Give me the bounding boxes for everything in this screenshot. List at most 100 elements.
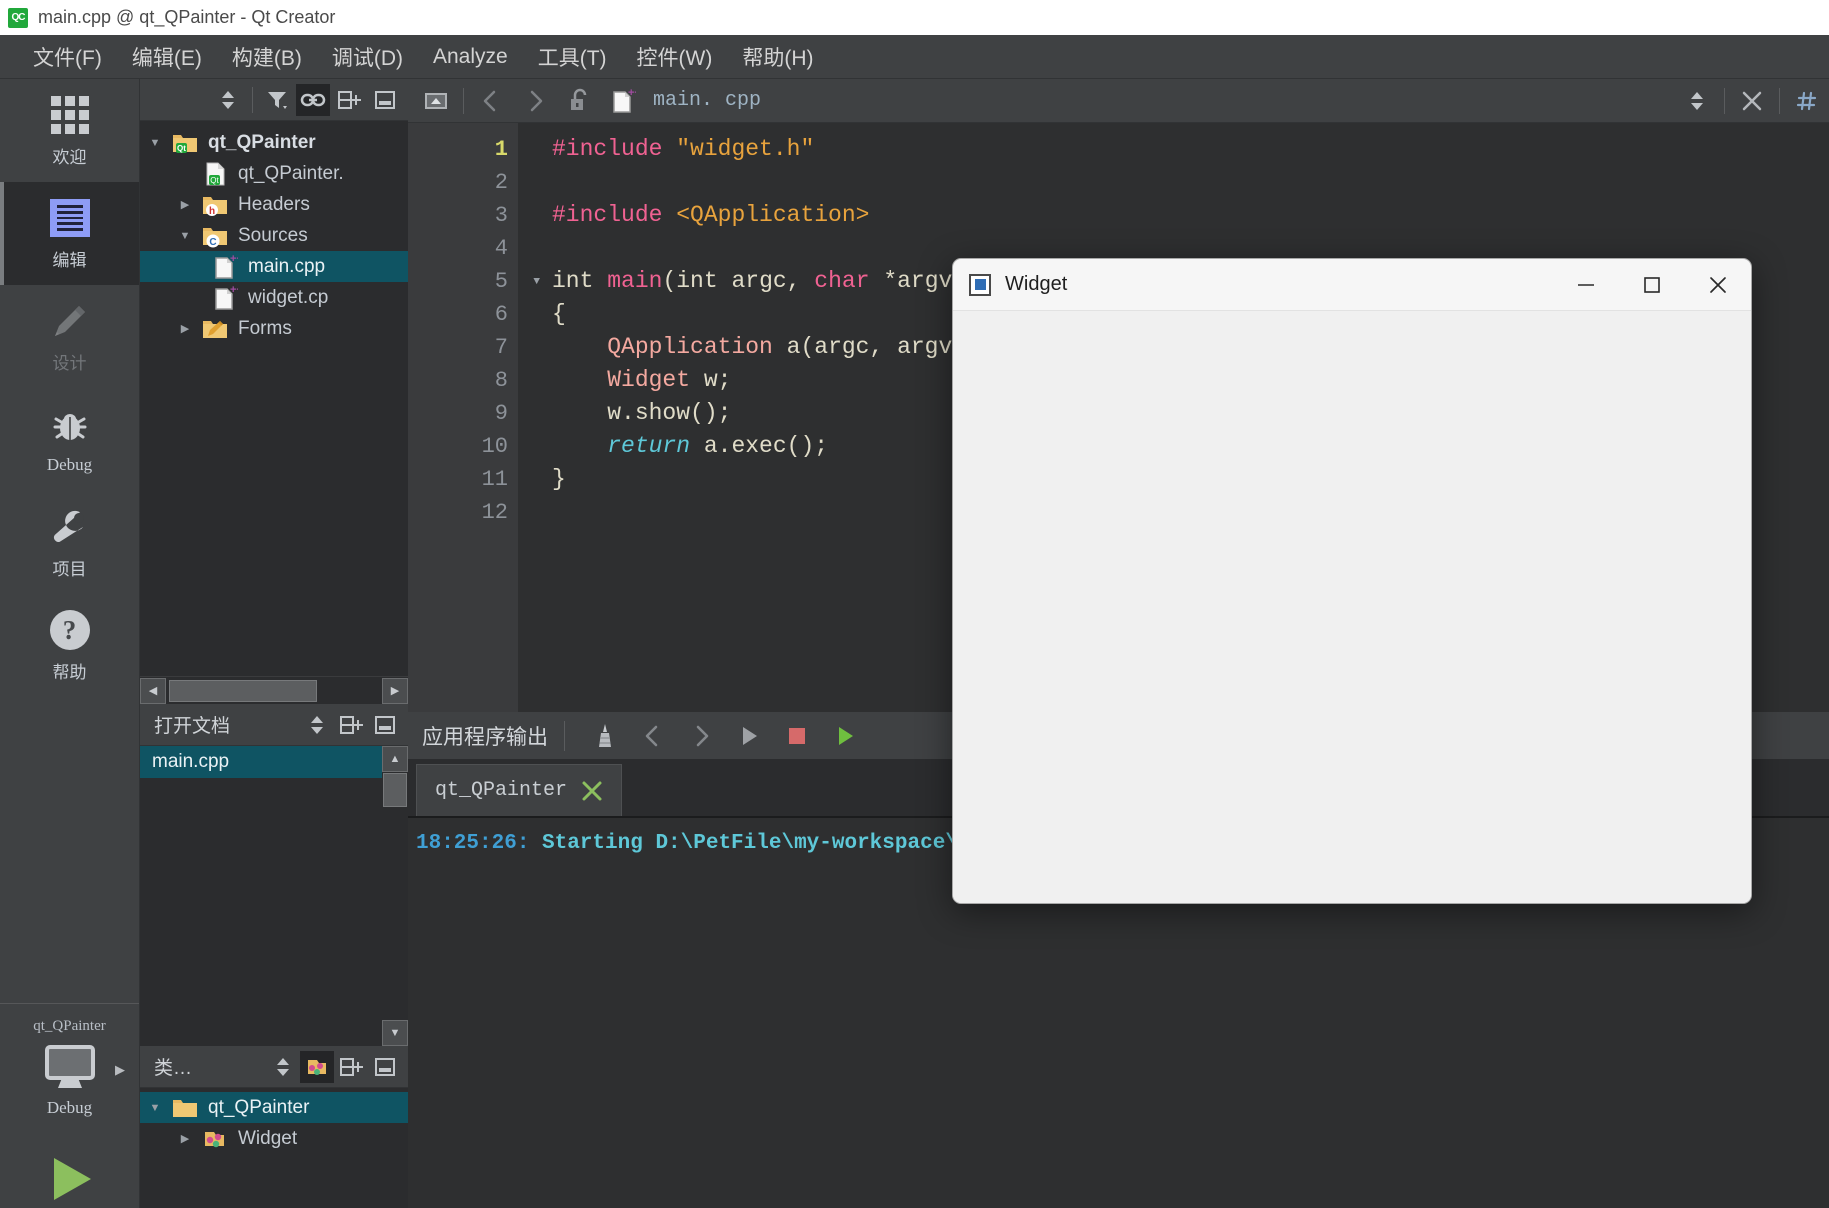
open-documents-vscrollbar[interactable]: ▲ ▼: [382, 746, 408, 1046]
widget-title-bar[interactable]: Widget: [953, 259, 1751, 311]
menu-debug[interactable]: 调试(D): [317, 38, 418, 76]
maximize-button[interactable]: [1619, 259, 1685, 311]
run-button[interactable]: [41, 1150, 99, 1208]
minimize-icon[interactable]: [368, 84, 402, 116]
mode-help-label: 帮助: [52, 663, 87, 682]
minimize-button[interactable]: [1553, 259, 1619, 311]
stop-icon[interactable]: [776, 716, 818, 756]
funnel-icon[interactable]: [260, 84, 294, 116]
line-number: 3: [494, 203, 508, 228]
mode-projects[interactable]: 项目: [0, 491, 139, 594]
minimize-icon-docs[interactable]: [368, 709, 402, 741]
play-green-icon[interactable]: [824, 716, 866, 756]
class-row-widget[interactable]: ▶ Widget: [140, 1123, 408, 1154]
hscroll-thumb[interactable]: [169, 679, 317, 702]
vscroll-track[interactable]: [382, 772, 408, 1020]
output-prev-icon[interactable]: [632, 716, 674, 756]
editor-filename[interactable]: main. cpp: [653, 89, 1675, 112]
scroll-left-icon[interactable]: ◀: [140, 677, 166, 704]
tree-row-project[interactable]: ▼ Qt qt_QPainter: [140, 127, 408, 158]
tower-icon[interactable]: [584, 716, 626, 756]
project-tree-hscrollbar[interactable]: ◀ ▶: [140, 676, 408, 704]
kit-expand-arrow[interactable]: ▶: [115, 1062, 125, 1078]
mode-debug[interactable]: Debug: [0, 388, 139, 491]
class-label-widget: Widget: [238, 1127, 298, 1149]
play-icon[interactable]: [728, 716, 770, 756]
menu-help[interactable]: 帮助(H): [727, 38, 828, 76]
chevron-right-icon-headers[interactable]: ▶: [170, 198, 200, 211]
updown-arrows-icon[interactable]: [211, 84, 245, 116]
updown-arrows-icon-class[interactable]: [266, 1051, 300, 1083]
unlock-icon[interactable]: [557, 81, 601, 121]
forms-folder-icon: [200, 317, 230, 341]
project-tree[interactable]: ▼ Qt qt_QPainter Qt qt_QPainter. ▶ h Hea…: [140, 121, 408, 676]
vscroll-thumb[interactable]: [383, 773, 407, 807]
code-token: return: [607, 433, 691, 459]
mode-design[interactable]: 设计: [0, 285, 139, 388]
collapse-up-icon[interactable]: [414, 81, 458, 121]
output-next-icon[interactable]: [680, 716, 722, 756]
class-sync-icon[interactable]: [300, 1050, 334, 1083]
widget-client-area[interactable]: [953, 311, 1751, 903]
code-token: Widget: [607, 367, 691, 393]
kit-project-name: qt_QPainter: [33, 1018, 106, 1034]
chevron-right-icon[interactable]: [513, 81, 557, 121]
chevron-down-icon[interactable]: ▼: [140, 137, 170, 149]
class-row-project[interactable]: ▼ qt_QPainter: [140, 1092, 408, 1123]
menu-file[interactable]: 文件(F): [18, 38, 117, 76]
hash-icon[interactable]: [1785, 81, 1829, 121]
chevron-left-icon[interactable]: [469, 81, 513, 121]
scroll-down-icon[interactable]: ▼: [382, 1020, 408, 1046]
tree-row-pro-file[interactable]: Qt qt_QPainter.: [140, 158, 408, 189]
code-token: main: [607, 268, 663, 294]
left-side-panels: ▼ Qt qt_QPainter Qt qt_QPainter. ▶ h Hea…: [140, 79, 408, 1208]
editor-toolbar: ++ main. cpp: [408, 79, 1829, 123]
toolbar-divider: [252, 86, 253, 113]
kit-selector[interactable]: qt_QPainter ▶ Debug: [0, 1003, 139, 1208]
link-icon[interactable]: [296, 83, 330, 116]
updown-arrows-icon-editor[interactable]: [1675, 81, 1719, 121]
output-tab-qt-qpainter[interactable]: qt_QPainter: [416, 764, 623, 816]
scroll-up-icon[interactable]: ▲: [382, 746, 408, 772]
menu-widgets[interactable]: 控件(W): [622, 38, 728, 76]
code-line: #include <QApplication>: [552, 199, 1829, 232]
menu-edit[interactable]: 编辑(E): [117, 38, 217, 76]
code-token: QApplication: [607, 334, 773, 360]
mode-help[interactable]: ? 帮助: [0, 594, 139, 697]
close-button[interactable]: [1685, 259, 1751, 311]
tree-row-sources[interactable]: ▼ C Sources: [140, 220, 408, 251]
open-documents-list[interactable]: main.cpp ▲ ▼: [140, 746, 408, 1046]
scroll-right-icon[interactable]: ▶: [382, 677, 408, 704]
open-doc-main-cpp[interactable]: main.cpp: [140, 746, 408, 778]
class-tree[interactable]: ▼ qt_QPainter ▶ Widget: [140, 1088, 408, 1208]
code-token: w;: [690, 367, 732, 393]
split-icon-docs[interactable]: [334, 709, 368, 741]
tree-row-headers[interactable]: ▶ h Headers: [140, 189, 408, 220]
widget-app-window[interactable]: Widget: [952, 258, 1752, 904]
chevron-right-icon-forms[interactable]: ▶: [170, 322, 200, 335]
menu-build[interactable]: 构建(B): [217, 38, 317, 76]
mode-edit[interactable]: 编辑: [0, 182, 139, 285]
chevron-down-icon-sources[interactable]: ▼: [170, 230, 200, 242]
minimize-icon-class[interactable]: [368, 1051, 402, 1083]
split-icon[interactable]: [332, 84, 366, 116]
fold-marker-icon[interactable]: ▼: [533, 265, 540, 298]
title-bar: QC main.cpp @ qt_QPainter - Qt Creator: [0, 0, 1829, 35]
close-x-icon-tab[interactable]: [581, 780, 603, 802]
close-x-icon[interactable]: [1730, 81, 1774, 121]
mode-welcome[interactable]: 欢迎: [0, 79, 139, 182]
hscroll-track[interactable]: [167, 678, 381, 703]
split-icon-class[interactable]: [334, 1051, 368, 1083]
chevron-right-icon-class-widget[interactable]: ▶: [170, 1132, 200, 1145]
menu-analyze[interactable]: Analyze: [418, 41, 523, 73]
updown-arrows-icon-docs[interactable]: [300, 709, 334, 741]
chevron-down-icon-class[interactable]: ▼: [140, 1102, 170, 1114]
toolbar-divider-1: [463, 87, 464, 114]
line-number: 5 ▼: [408, 265, 540, 298]
tree-row-widget-cpp[interactable]: ++ widget.cp: [140, 282, 408, 313]
tree-row-main-cpp[interactable]: ++ main.cpp: [140, 251, 408, 282]
tree-row-forms[interactable]: ▶ Forms: [140, 313, 408, 344]
menu-tools[interactable]: 工具(T): [523, 38, 622, 76]
